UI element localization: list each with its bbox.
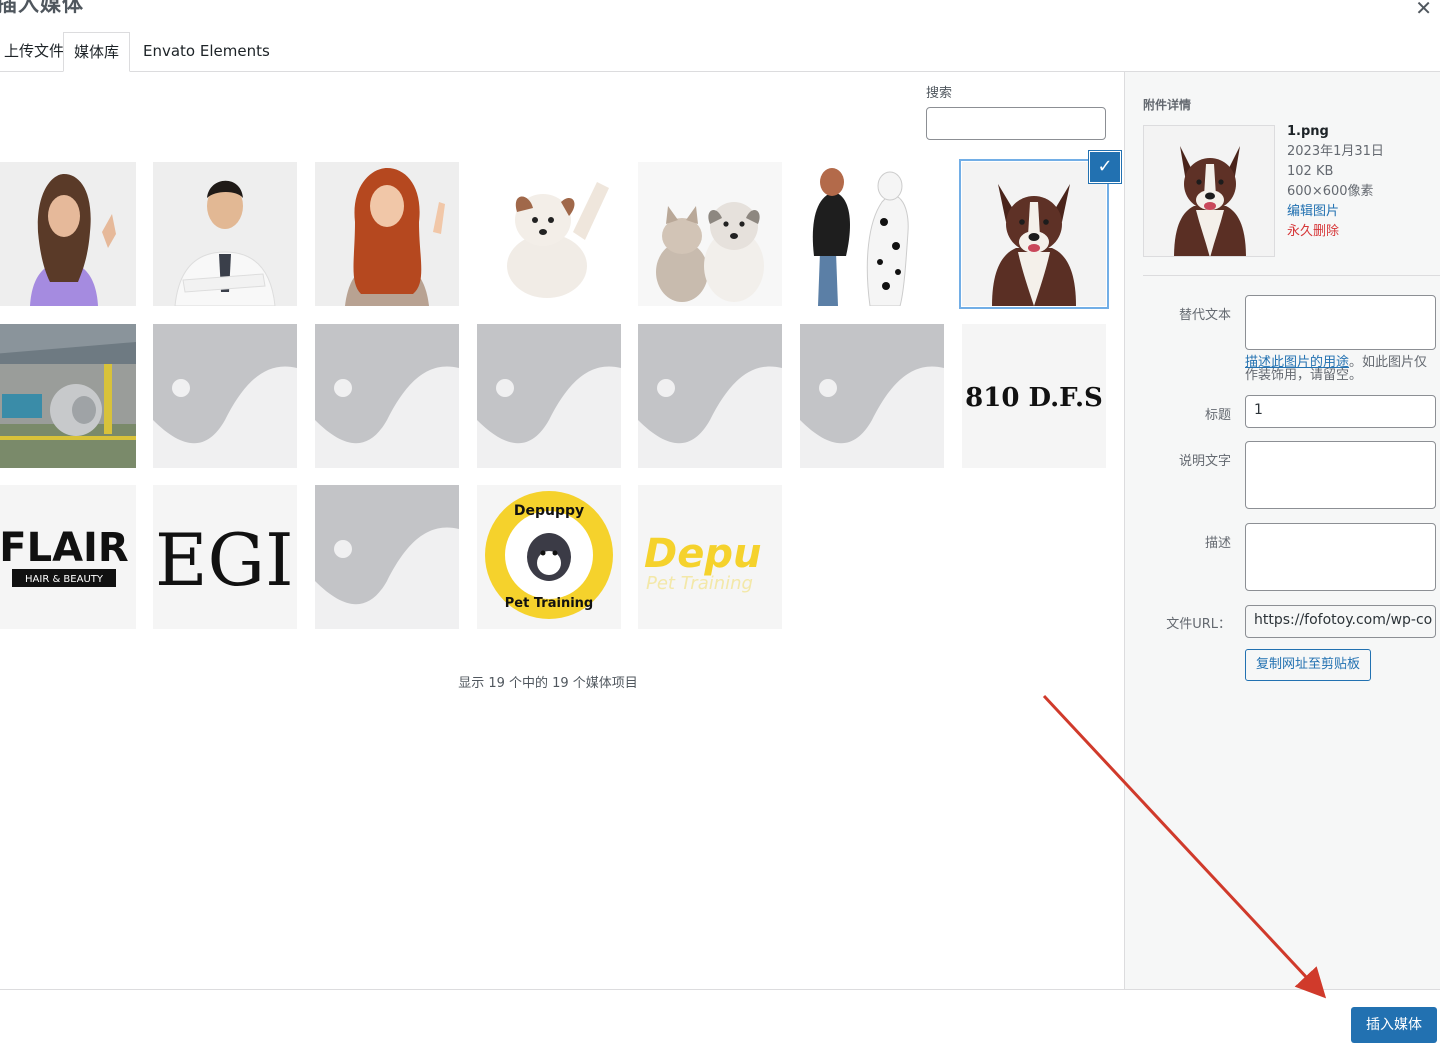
- file-url-field[interactable]: https://fofotoy.com/wp-co: [1245, 605, 1436, 638]
- media-item[interactable]: [153, 162, 297, 306]
- modal-title: 插入媒体: [0, 0, 84, 16]
- tab-media-library[interactable]: 媒体库: [63, 32, 131, 72]
- close-icon[interactable]: ✕: [1415, 0, 1432, 20]
- attachment-details-sidebar: 附件详情 1.png 2023年1月31日 102 KB 600×600像素 编…: [1124, 72, 1440, 989]
- description-field[interactable]: [1245, 523, 1436, 591]
- search-input[interactable]: [926, 107, 1106, 140]
- media-item-placeholder[interactable]: [315, 485, 459, 629]
- media-item[interactable]: Depuppy Pet Training: [477, 485, 621, 629]
- media-item[interactable]: [315, 162, 459, 306]
- sidebar-divider: [1143, 275, 1440, 276]
- media-library-content: 搜索 ✓ 810 D.F.S FLAIR HAIR & BEAUTY EGI Depupp…: [0, 72, 1124, 989]
- attachment-dimensions: 600×600像素: [1287, 184, 1374, 199]
- caption-field[interactable]: [1245, 441, 1436, 509]
- media-item[interactable]: Depu Pet Training: [638, 485, 782, 629]
- svg-text:Pet Training: Pet Training: [646, 573, 753, 594]
- media-item[interactable]: [477, 162, 621, 306]
- selected-check-icon[interactable]: ✓: [1090, 152, 1120, 182]
- attachment-details-title: 附件详情: [1143, 98, 1192, 112]
- svg-text:810 D.F.S: 810 D.F.S: [965, 383, 1103, 413]
- media-item[interactable]: [800, 162, 944, 306]
- svg-text:Depu: Depu: [644, 531, 761, 577]
- svg-text:Depuppy: Depuppy: [514, 503, 584, 519]
- tab-envato-elements[interactable]: Envato Elements: [133, 32, 280, 72]
- file-url-label: 文件URL：: [1166, 617, 1231, 632]
- insert-media-modal: 插入媒体 ✕ 上传文件 媒体库 Envato Elements 搜索 ✓ 810 …: [0, 0, 1440, 1044]
- media-item-placeholder[interactable]: [153, 324, 297, 468]
- search-label: 搜索: [926, 86, 953, 101]
- media-toolbar: 插入媒体: [0, 989, 1440, 1044]
- media-count-status: 显示 19 个中的 19 个媒体项目: [458, 676, 638, 691]
- insert-media-button[interactable]: 插入媒体: [1351, 1007, 1437, 1043]
- attachment-filesize: 102 KB: [1287, 164, 1334, 179]
- title-field[interactable]: 1: [1245, 395, 1436, 428]
- svg-text:Pet Training: Pet Training: [505, 596, 593, 611]
- media-item-placeholder[interactable]: [315, 324, 459, 468]
- attachment-date: 2023年1月31日: [1287, 144, 1384, 159]
- media-item-placeholder[interactable]: [800, 324, 944, 468]
- alt-text-help: 描述此图片的用途。如此图片仅作装饰用，请留空。: [1245, 356, 1439, 382]
- router-tabs: 上传文件 媒体库 Envato Elements: [0, 32, 1440, 72]
- copy-url-button[interactable]: 复制网址至剪贴板: [1245, 649, 1372, 681]
- media-item[interactable]: 810 D.F.S: [962, 324, 1106, 468]
- media-item[interactable]: EGI: [153, 485, 297, 629]
- delete-permanently-link[interactable]: 永久删除: [1287, 222, 1384, 242]
- attachment-meta: 1.png 2023年1月31日 102 KB 600×600像素 编辑图片 永…: [1287, 122, 1384, 242]
- title-label: 标题: [1204, 408, 1231, 423]
- edit-image-link[interactable]: 编辑图片: [1287, 202, 1384, 222]
- media-item-placeholder[interactable]: [638, 324, 782, 468]
- svg-text:EGI: EGI: [155, 518, 294, 602]
- caption-label: 说明文字: [1178, 454, 1231, 469]
- media-item-placeholder[interactable]: [477, 324, 621, 468]
- media-item[interactable]: FLAIR HAIR & BEAUTY: [0, 485, 136, 629]
- description-label: 描述: [1204, 536, 1231, 551]
- attachment-preview-image: [1143, 125, 1275, 257]
- media-item[interactable]: [962, 162, 1106, 306]
- media-item[interactable]: [0, 324, 136, 468]
- alt-text-label: 替代文本: [1178, 308, 1231, 323]
- attachment-filename: 1.png: [1287, 124, 1329, 139]
- svg-text:HAIR & BEAUTY: HAIR & BEAUTY: [25, 574, 104, 585]
- svg-text:FLAIR: FLAIR: [0, 525, 129, 571]
- alt-text-field[interactable]: [1245, 295, 1436, 350]
- media-item[interactable]: [0, 162, 136, 306]
- media-item[interactable]: [638, 162, 782, 306]
